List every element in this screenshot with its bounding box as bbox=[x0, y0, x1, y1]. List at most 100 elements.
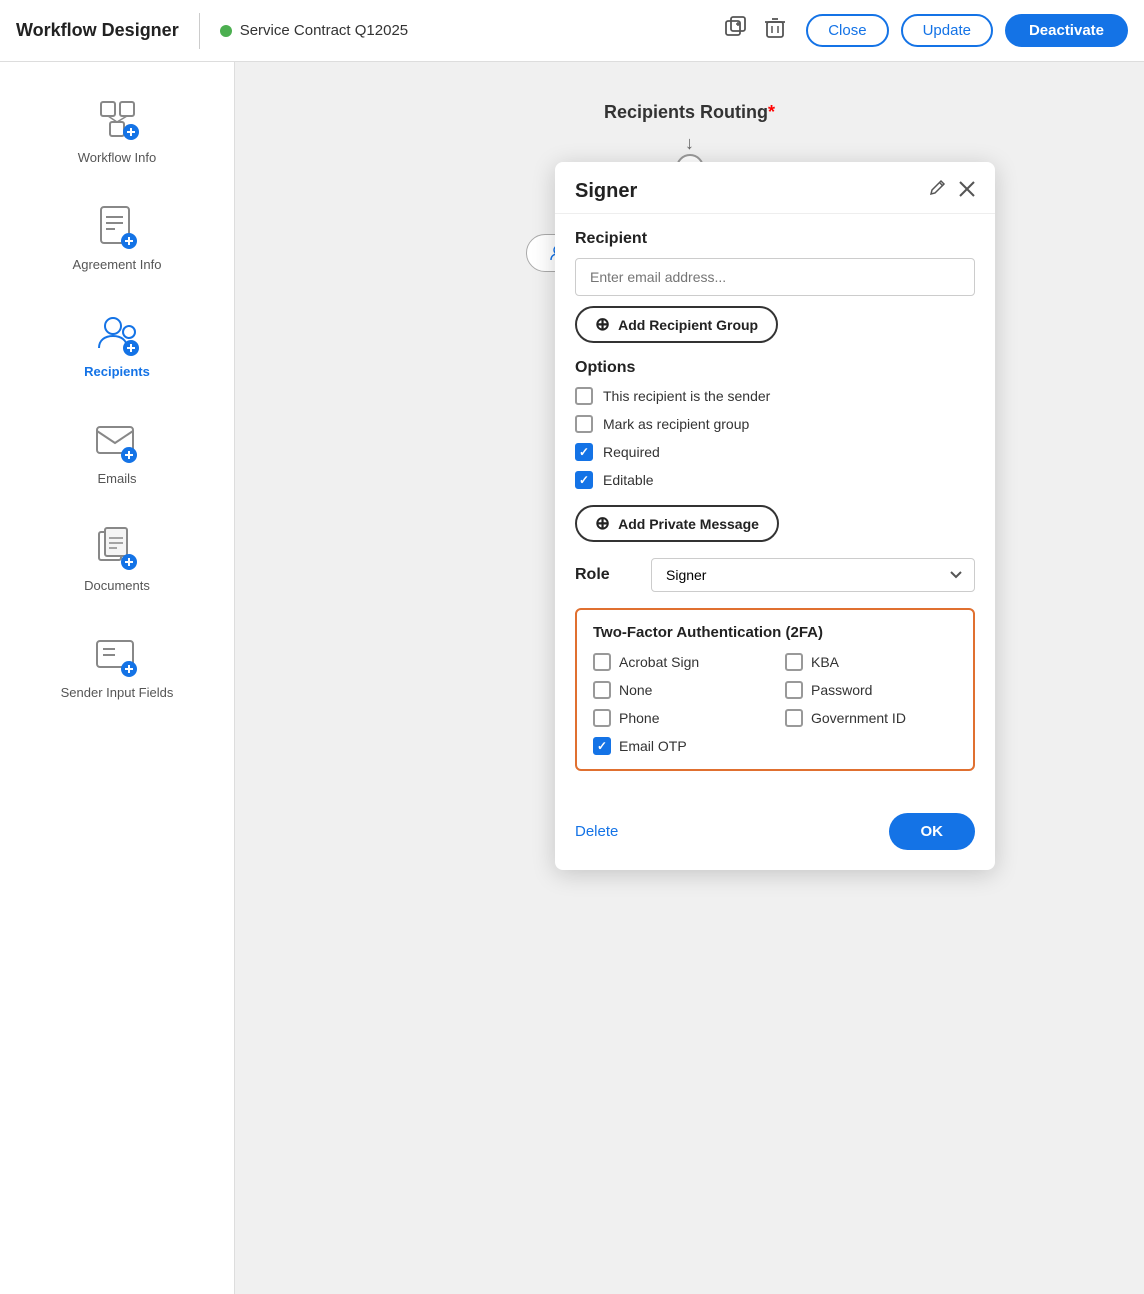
checkbox-required[interactable] bbox=[575, 443, 593, 461]
tfa-option-acrobat-sign: Acrobat Sign bbox=[593, 653, 765, 671]
email-input[interactable] bbox=[575, 258, 975, 296]
options-section: Options This recipient is the sender Mar… bbox=[575, 359, 975, 489]
role-select[interactable]: Signer Approver CC Acceptor Form Filler bbox=[651, 558, 975, 592]
trash-icon bbox=[764, 16, 786, 40]
signer-popup-overlay: Signer bbox=[555, 162, 995, 870]
popup-title: Signer bbox=[575, 180, 929, 203]
main-layout: Workflow Info Agreement Info bbox=[0, 62, 1144, 1294]
options-label: Options bbox=[575, 359, 975, 377]
tfa-section: Two-Factor Authentication (2FA) Acrobat … bbox=[575, 608, 975, 771]
agreement-info-icon bbox=[93, 203, 141, 251]
header-divider bbox=[199, 13, 200, 49]
app-title: Workflow Designer bbox=[16, 20, 179, 41]
add-private-message-label: Add Private Message bbox=[618, 516, 759, 532]
delete-button[interactable]: Delete bbox=[575, 823, 618, 840]
edit-icon bbox=[929, 180, 947, 198]
option-group-label: Mark as recipient group bbox=[603, 416, 749, 432]
add-recipient-group-button[interactable]: ⊕ Add Recipient Group bbox=[575, 306, 778, 343]
add-private-message-button[interactable]: ⊕ Add Private Message bbox=[575, 505, 779, 542]
routing-title: Recipients Routing* bbox=[604, 102, 775, 123]
sidebar-label-workflow-info: Workflow Info bbox=[78, 150, 157, 165]
option-group-row: Mark as recipient group bbox=[575, 415, 975, 433]
checkbox-editable[interactable] bbox=[575, 471, 593, 489]
option-editable-label: Editable bbox=[603, 472, 654, 488]
close-button[interactable]: Close bbox=[806, 14, 888, 47]
tfa-grid: Acrobat Sign KBA None bbox=[593, 653, 957, 755]
sidebar-item-emails[interactable]: Emails bbox=[0, 403, 234, 500]
tfa-label-acrobat-sign: Acrobat Sign bbox=[619, 654, 699, 670]
duplicate-icon-btn[interactable] bbox=[724, 17, 748, 45]
tfa-option-none: None bbox=[593, 681, 765, 699]
sidebar-item-recipients[interactable]: Recipients bbox=[0, 296, 234, 393]
option-sender-label: This recipient is the sender bbox=[603, 388, 770, 404]
tfa-label-phone: Phone bbox=[619, 710, 659, 726]
delete-icon-btn[interactable] bbox=[764, 16, 786, 46]
recipients-icon bbox=[93, 310, 141, 358]
sidebar-item-agreement-info[interactable]: Agreement Info bbox=[0, 189, 234, 286]
tfa-checkbox-phone[interactable] bbox=[593, 709, 611, 727]
tfa-checkbox-acrobat-sign[interactable] bbox=[593, 653, 611, 671]
sidebar-label-recipients: Recipients bbox=[84, 364, 150, 379]
tfa-checkbox-password[interactable] bbox=[785, 681, 803, 699]
popup-body: Recipient ⊕ Add Recipient Group Options … bbox=[555, 214, 995, 803]
option-required-row: Required bbox=[575, 443, 975, 461]
tfa-checkbox-none[interactable] bbox=[593, 681, 611, 699]
tfa-checkbox-kba[interactable] bbox=[785, 653, 803, 671]
tfa-checkbox-email-otp[interactable] bbox=[593, 737, 611, 755]
role-label: Role bbox=[575, 566, 635, 584]
deactivate-button[interactable]: Deactivate bbox=[1005, 14, 1128, 47]
routing-asterisk: * bbox=[768, 102, 775, 122]
checkbox-group[interactable] bbox=[575, 415, 593, 433]
close-icon bbox=[959, 181, 975, 197]
header: Workflow Designer Service Contract Q1202… bbox=[0, 0, 1144, 62]
sidebar: Workflow Info Agreement Info bbox=[0, 62, 235, 1294]
tfa-label-email-otp: Email OTP bbox=[619, 738, 687, 754]
duplicate-icon bbox=[724, 17, 748, 39]
option-required-label: Required bbox=[603, 444, 660, 460]
status-dot bbox=[220, 25, 232, 37]
recipient-label: Recipient bbox=[575, 230, 975, 248]
sidebar-item-documents[interactable]: Documents bbox=[0, 510, 234, 607]
tfa-label-government-id: Government ID bbox=[811, 710, 906, 726]
workflow-info-icon bbox=[93, 96, 141, 144]
workflow-status: Service Contract Q12025 bbox=[220, 22, 408, 39]
tfa-option-email-otp: Email OTP bbox=[593, 737, 765, 755]
checkbox-sender[interactable] bbox=[575, 387, 593, 405]
sidebar-label-emails: Emails bbox=[97, 471, 136, 486]
tfa-checkbox-government-id[interactable] bbox=[785, 709, 803, 727]
add-group-icon: ⊕ bbox=[595, 314, 610, 335]
popup-header-icons bbox=[929, 180, 975, 203]
header-icon-group bbox=[724, 16, 786, 46]
popup-header: Signer bbox=[555, 162, 995, 214]
popup-edit-button[interactable] bbox=[929, 180, 947, 203]
option-sender-row: This recipient is the sender bbox=[575, 387, 975, 405]
signer-popup: Signer bbox=[555, 162, 995, 870]
update-button[interactable]: Update bbox=[901, 14, 993, 47]
sidebar-label-sender-input-fields: Sender Input Fields bbox=[61, 685, 174, 700]
tfa-label-password: Password bbox=[811, 682, 872, 698]
sidebar-label-documents: Documents bbox=[84, 578, 150, 593]
tfa-option-phone: Phone bbox=[593, 709, 765, 727]
tfa-label-none: None bbox=[619, 682, 652, 698]
sidebar-item-workflow-info[interactable]: Workflow Info bbox=[0, 82, 234, 179]
tfa-option-password: Password bbox=[785, 681, 957, 699]
ok-button[interactable]: OK bbox=[889, 813, 976, 850]
sender-input-fields-icon bbox=[93, 631, 141, 679]
tfa-option-kba: KBA bbox=[785, 653, 957, 671]
role-row: Role Signer Approver CC Acceptor Form Fi… bbox=[575, 558, 975, 592]
tfa-title: Two-Factor Authentication (2FA) bbox=[593, 624, 957, 641]
documents-icon bbox=[93, 524, 141, 572]
status-name: Service Contract Q12025 bbox=[240, 22, 408, 39]
flow-arrow-down: ↓ bbox=[685, 133, 694, 154]
add-msg-icon: ⊕ bbox=[595, 513, 610, 534]
sidebar-label-agreement-info: Agreement Info bbox=[73, 257, 162, 272]
popup-close-button[interactable] bbox=[959, 180, 975, 203]
add-group-label: Add Recipient Group bbox=[618, 317, 758, 333]
sidebar-item-sender-input-fields[interactable]: Sender Input Fields bbox=[0, 617, 234, 714]
option-editable-row: Editable bbox=[575, 471, 975, 489]
tfa-option-government-id: Government ID bbox=[785, 709, 957, 727]
emails-icon bbox=[93, 417, 141, 465]
popup-footer: Delete OK bbox=[555, 803, 995, 850]
tfa-label-kba: KBA bbox=[811, 654, 839, 670]
content-area: Recipients Routing* ↓ + + bbox=[235, 62, 1144, 1294]
